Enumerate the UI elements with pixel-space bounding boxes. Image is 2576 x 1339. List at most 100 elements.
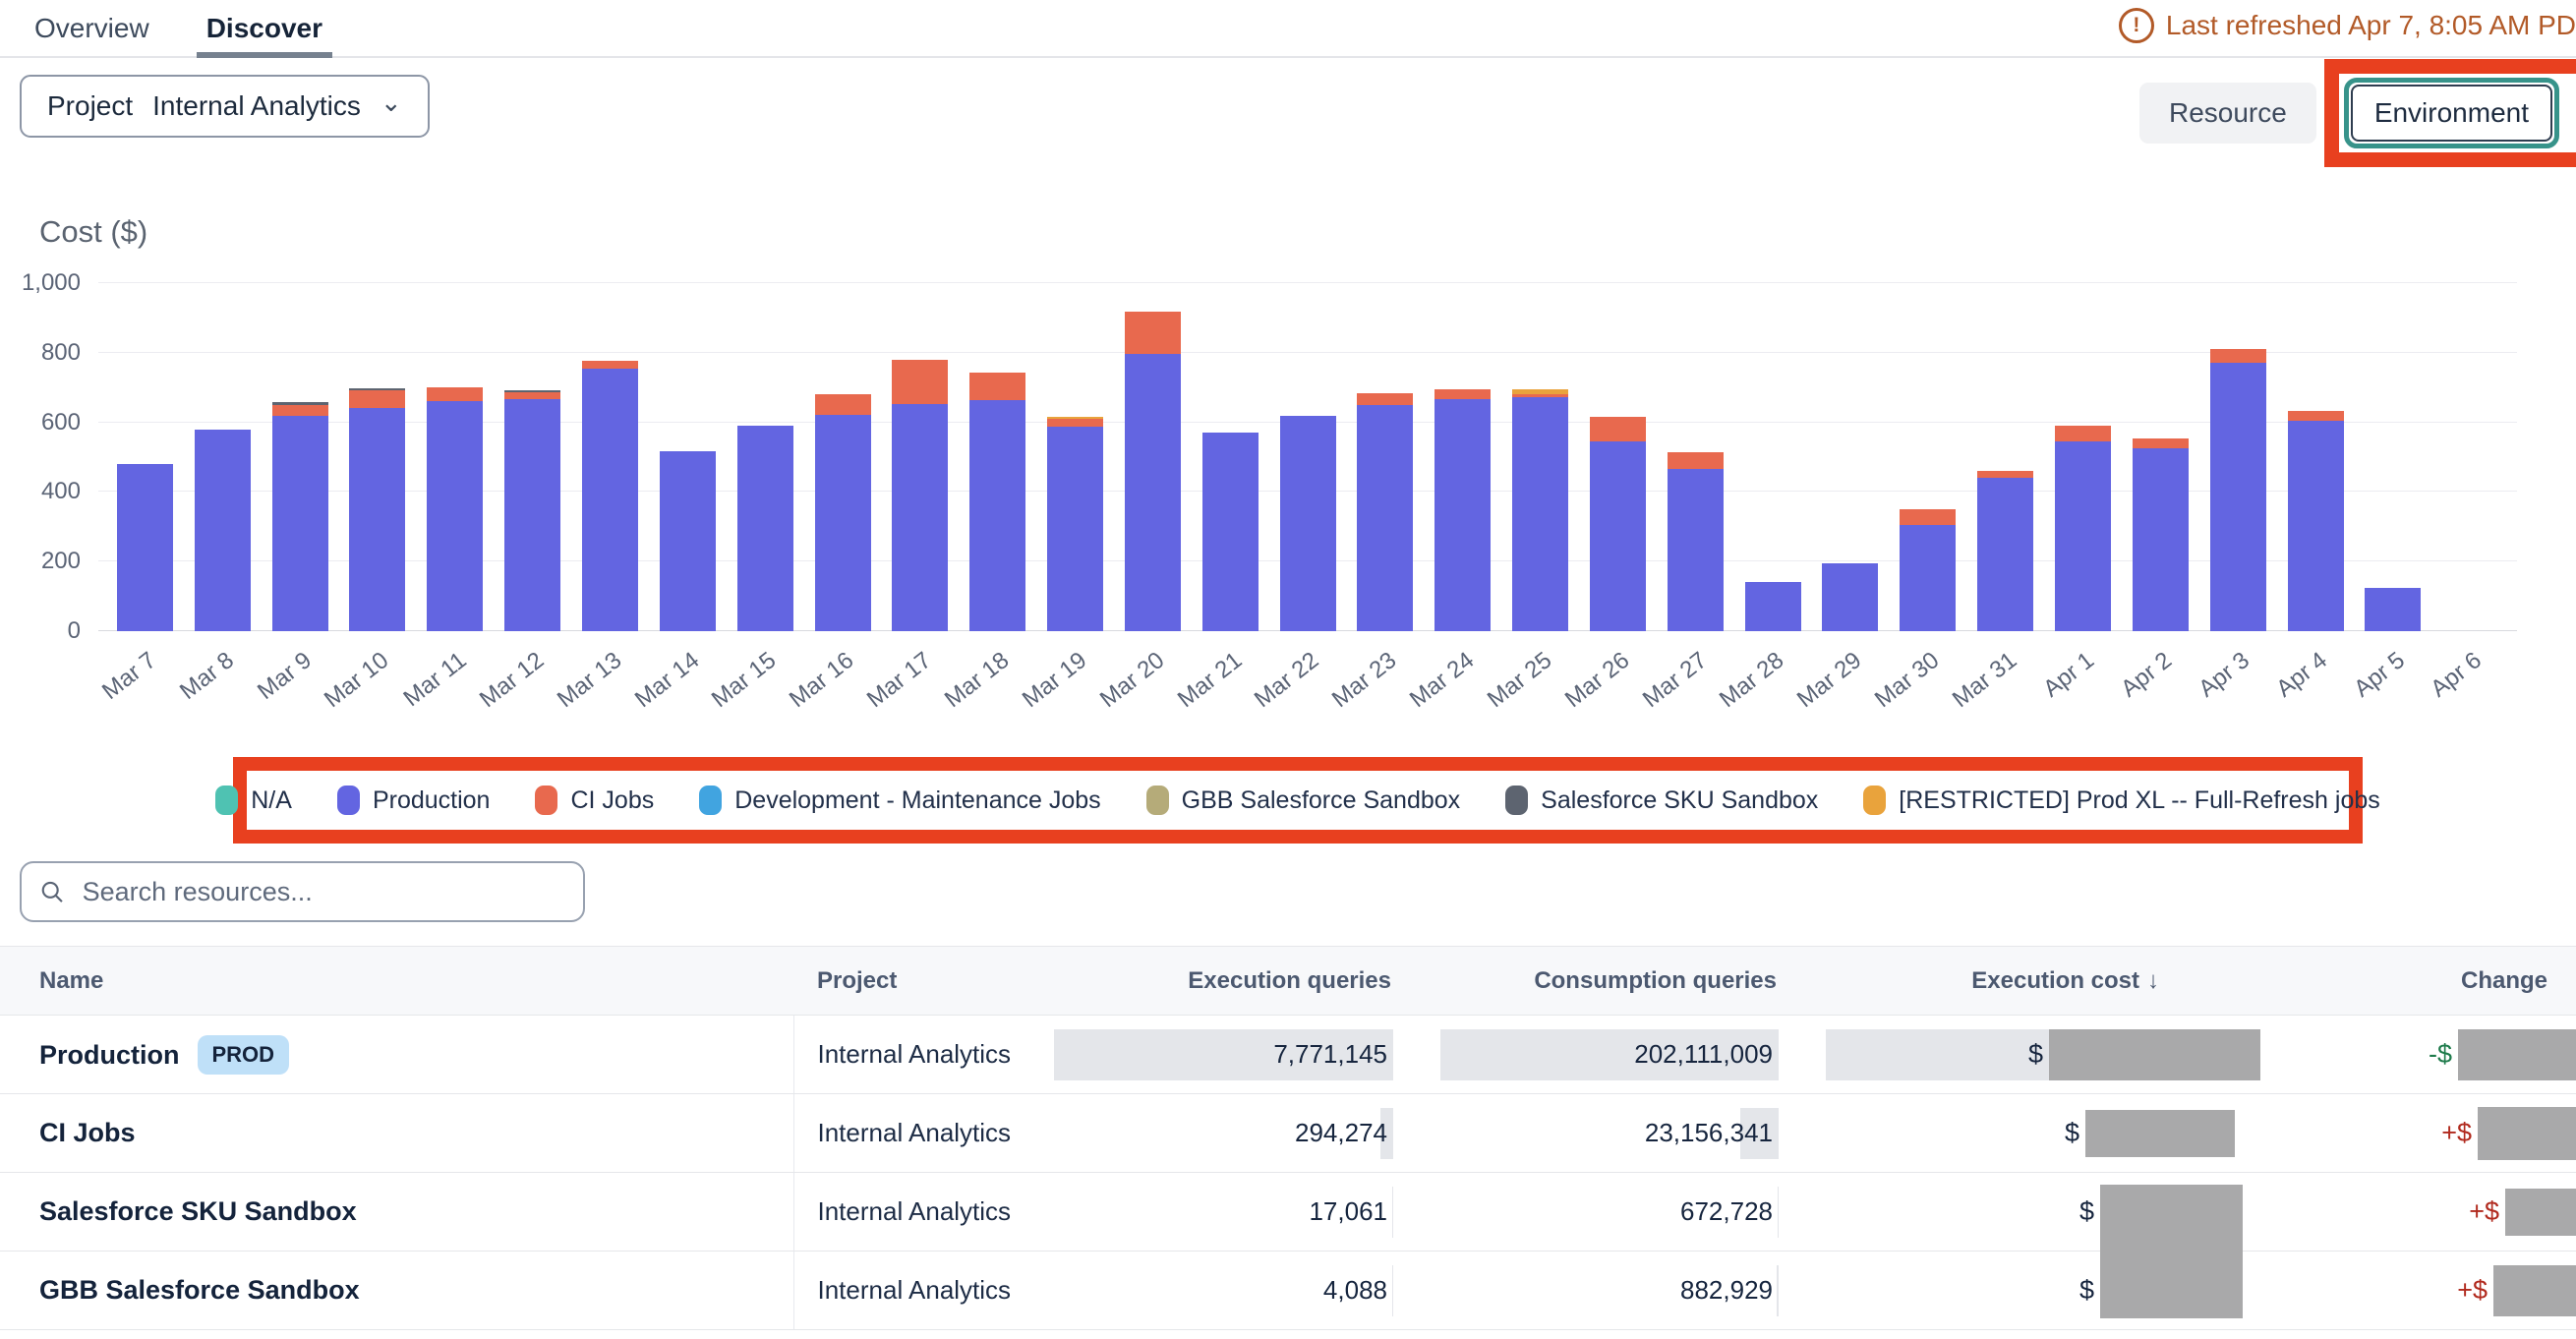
table-row-salesforce-sku-sandbox[interactable]: Salesforce SKU SandboxInternal Analytics…	[0, 1173, 2576, 1252]
bar-segment	[427, 401, 483, 631]
table-row-production[interactable]: ProductionPRODInternal Analytics7,771,14…	[0, 1016, 2576, 1094]
bar-segment	[1125, 354, 1181, 631]
project-filter-value: Internal Analytics	[152, 90, 361, 122]
legend-label: Production	[373, 786, 491, 815]
stacked-bar-mar-14[interactable]	[660, 451, 716, 631]
resource-name-cell[interactable]: Salesforce SKU Sandbox	[0, 1173, 793, 1252]
bar-segment	[349, 390, 405, 408]
resource-name-cell[interactable]: CI Jobs	[0, 1094, 793, 1173]
y-tick-label: 200	[41, 548, 81, 575]
bar-slot-mar-8	[184, 283, 262, 631]
bar-slot-mar-26	[1579, 283, 1657, 631]
stacked-bar-mar-28[interactable]	[1745, 582, 1801, 631]
column-header-execution-queries[interactable]: Execution queries	[1059, 947, 1393, 1016]
environment-toggle-button[interactable]: Environment	[2351, 85, 2552, 142]
search-icon	[39, 878, 65, 905]
project-filter-dropdown[interactable]: Project Internal Analytics ⌄	[20, 75, 430, 138]
cost-currency-prefix: $	[2079, 1173, 2094, 1251]
stacked-bar-mar-24[interactable]	[1434, 389, 1491, 631]
bar-segment	[2133, 448, 2189, 631]
stacked-bar-apr-2[interactable]	[2133, 438, 2189, 631]
bar-slot-apr-1	[2044, 283, 2122, 631]
stacked-bar-mar-29[interactable]	[1822, 563, 1878, 631]
bar-segment	[2288, 421, 2344, 631]
execution-cost-cell: $	[1779, 1016, 2260, 1094]
resource-toggle-button[interactable]: Resource	[2139, 83, 2316, 144]
legend-item-salesforce-sku-sandbox[interactable]: Salesforce SKU Sandbox	[1505, 786, 1818, 815]
column-header-consumption-queries[interactable]: Consumption queries	[1393, 947, 1779, 1016]
stacked-bar-mar-19[interactable]	[1047, 417, 1103, 631]
legend-item-gbb-salesforce-sandbox[interactable]: GBB Salesforce Sandbox	[1146, 786, 1461, 815]
legend-color-chip	[1505, 786, 1528, 815]
column-header-project[interactable]: Project	[793, 947, 1059, 1016]
bar-segment	[504, 392, 560, 399]
bar-slot-mar-14	[649, 283, 727, 631]
stacked-bar-mar-11[interactable]	[427, 387, 483, 631]
bar-segment	[737, 426, 793, 631]
stacked-bar-mar-13[interactable]	[582, 361, 638, 631]
stacked-bar-apr-1[interactable]	[2055, 426, 2111, 631]
stacked-bar-mar-25[interactable]	[1512, 389, 1568, 631]
y-tick-label: 0	[68, 617, 81, 645]
bar-slot-mar-16	[804, 283, 882, 631]
table-header: Name Project Execution queries Consumpti…	[0, 947, 2576, 1016]
last-refreshed-text: Last refreshed Apr 7, 8:05 AM PD	[2166, 10, 2576, 41]
cell-value: 7,771,145	[1273, 1016, 1387, 1093]
stacked-bar-mar-22[interactable]	[1280, 416, 1336, 631]
stacked-bar-mar-21[interactable]	[1202, 433, 1259, 631]
stacked-bar-mar-10[interactable]	[349, 388, 405, 631]
resource-name-cell[interactable]: ProductionPROD	[0, 1016, 793, 1094]
project-filter-label: Project	[47, 90, 133, 122]
bar-slot-mar-7	[106, 283, 184, 631]
bar-slot-mar-12	[494, 283, 571, 631]
stacked-bar-apr-3[interactable]	[2210, 349, 2266, 631]
stacked-bar-mar-17[interactable]	[892, 360, 948, 631]
bar-segment	[1900, 509, 1956, 525]
legend-item-ci-jobs[interactable]: CI Jobs	[535, 786, 654, 815]
stacked-bar-mar-23[interactable]	[1357, 393, 1413, 631]
stacked-bar-mar-18[interactable]	[969, 373, 1025, 631]
cost-bar-chart: Mar 7Mar 8Mar 9Mar 10Mar 11Mar 12Mar 13M…	[98, 283, 2517, 631]
legend-item-development-maintenance-jobs[interactable]: Development - Maintenance Jobs	[699, 786, 1100, 815]
stacked-bar-mar-12[interactable]	[504, 390, 560, 631]
column-header-execution-cost[interactable]: Execution cost↓	[1779, 947, 2260, 1016]
chevron-down-icon: ⌄	[381, 87, 402, 118]
legend-item-production[interactable]: Production	[337, 786, 491, 815]
stacked-bar-apr-4[interactable]	[2288, 411, 2344, 631]
bar-segment	[1900, 525, 1956, 631]
stacked-bar-mar-9[interactable]	[272, 402, 328, 631]
resource-name-cell[interactable]: GBB Salesforce Sandbox	[0, 1252, 793, 1330]
legend-color-chip	[337, 786, 360, 815]
bar-segment	[1668, 469, 1724, 631]
stacked-bar-mar-26[interactable]	[1590, 417, 1646, 631]
bar-segment	[1047, 419, 1103, 427]
chart-title: Cost ($)	[39, 214, 147, 250]
column-header-change[interactable]: Change	[2260, 947, 2576, 1016]
stacked-bar-mar-7[interactable]	[117, 464, 173, 631]
x-tick-label: Mar 8	[175, 647, 240, 706]
stacked-bar-mar-8[interactable]	[195, 430, 251, 631]
stacked-bar-mar-30[interactable]	[1900, 509, 1956, 631]
legend-item-n-a[interactable]: N/A	[215, 786, 292, 815]
stacked-bar-apr-5[interactable]	[2365, 588, 2421, 631]
tab-overview[interactable]: Overview	[34, 0, 149, 56]
column-header-name[interactable]: Name	[0, 947, 793, 1016]
search-box[interactable]	[20, 861, 585, 922]
change-cell: -$	[2260, 1016, 2576, 1094]
search-input[interactable]	[81, 876, 565, 908]
stacked-bar-mar-27[interactable]	[1668, 452, 1724, 631]
bar-segment	[1434, 389, 1491, 399]
change-prefix: +$	[2457, 1252, 2488, 1329]
stacked-bar-mar-15[interactable]	[737, 426, 793, 631]
legend-color-chip	[699, 786, 722, 815]
table-row-ci-jobs[interactable]: CI JobsInternal Analytics294,27423,156,3…	[0, 1094, 2576, 1173]
stacked-bar-mar-31[interactable]	[1977, 471, 2033, 631]
stacked-bar-mar-16[interactable]	[815, 394, 871, 631]
cost-currency-prefix: $	[2079, 1252, 2094, 1329]
stacked-bar-mar-20[interactable]	[1125, 312, 1181, 631]
bar-segment	[195, 430, 251, 631]
resources-table: Name Project Execution queries Consumpti…	[0, 946, 2576, 1330]
legend-item--restricted-prod-xl-full-refresh-jobs[interactable]: [RESTRICTED] Prod XL -- Full-Refresh job…	[1863, 786, 2379, 815]
tab-discover[interactable]: Discover	[206, 0, 322, 56]
cell-value: 202,111,009	[1634, 1016, 1773, 1093]
